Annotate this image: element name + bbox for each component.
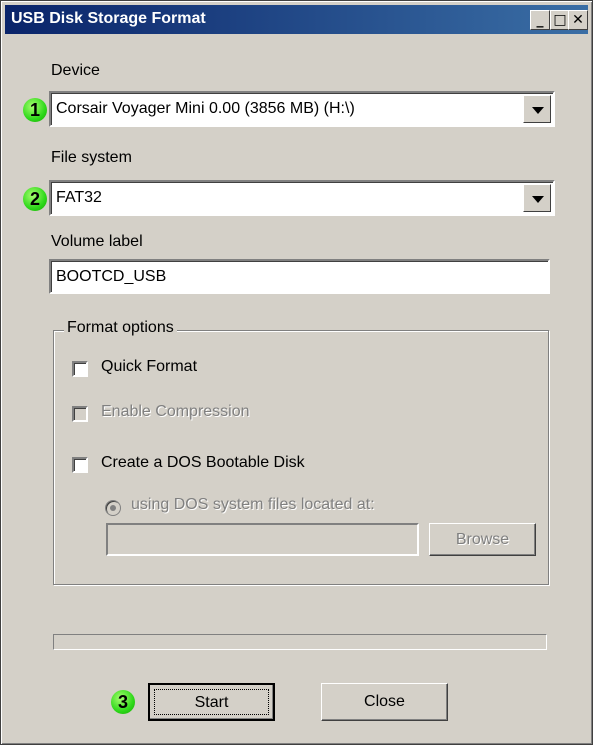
minimize-button[interactable]: _ <box>530 10 550 30</box>
browse-button-label: Browse <box>455 531 510 548</box>
step-1-badge: 1 <box>23 98 47 122</box>
enable-compression-label: Enable Compression <box>101 403 250 420</box>
dos-bootable-checkbox[interactable] <box>72 457 88 473</box>
device-value: Corsair Voyager Mini 0.00 (3856 MB) (H:\… <box>56 100 355 117</box>
file-system-dropdown-chevron-down-icon[interactable] <box>523 184 551 212</box>
volume-label-input[interactable]: BOOTCD_USB <box>49 259 550 294</box>
format-options-title: Format options <box>64 319 177 337</box>
close-button[interactable]: Close <box>321 683 448 721</box>
dos-files-radio <box>105 500 121 516</box>
dos-files-path-input <box>106 523 419 556</box>
start-button-label: Start <box>194 694 229 711</box>
file-system-dropdown[interactable]: FAT32 <box>49 180 555 216</box>
minimize-icon: _ <box>536 12 544 28</box>
close-button-label: Close <box>364 693 405 710</box>
volume-label-label: Volume label <box>51 233 143 250</box>
step-3-badge: 3 <box>111 690 135 714</box>
title-bar[interactable]: USB Disk Storage Format _ □ ✕ <box>5 5 588 34</box>
file-system-label: File system <box>51 149 132 166</box>
start-button[interactable]: Start <box>148 683 275 721</box>
window-title: USB Disk Storage Format <box>11 10 206 27</box>
dos-bootable-label[interactable]: Create a DOS Bootable Disk <box>101 454 305 472</box>
quick-format-label[interactable]: Quick Format <box>101 358 197 376</box>
format-dialog: USB Disk Storage Format _ □ ✕ Device 1 C… <box>0 0 593 745</box>
format-progress-bar <box>53 634 547 650</box>
enable-compression-checkbox <box>72 406 88 422</box>
device-label: Device <box>51 62 100 79</box>
quick-format-checkbox[interactable] <box>72 361 88 377</box>
browse-button: Browse <box>429 523 536 556</box>
volume-label-value: BOOTCD_USB <box>56 268 167 285</box>
file-system-value: FAT32 <box>56 189 102 206</box>
close-icon: ✕ <box>572 12 584 28</box>
start-focus-ring: Start <box>154 689 269 715</box>
step-2-badge: 2 <box>23 187 47 211</box>
maximize-button[interactable]: □ <box>550 10 570 30</box>
maximize-icon: □ <box>553 12 567 28</box>
device-dropdown[interactable]: Corsair Voyager Mini 0.00 (3856 MB) (H:\… <box>49 91 555 127</box>
dos-files-radio-label: using DOS system files located at: <box>131 496 375 513</box>
close-window-button[interactable]: ✕ <box>568 10 588 30</box>
device-dropdown-chevron-down-icon[interactable] <box>523 95 551 123</box>
